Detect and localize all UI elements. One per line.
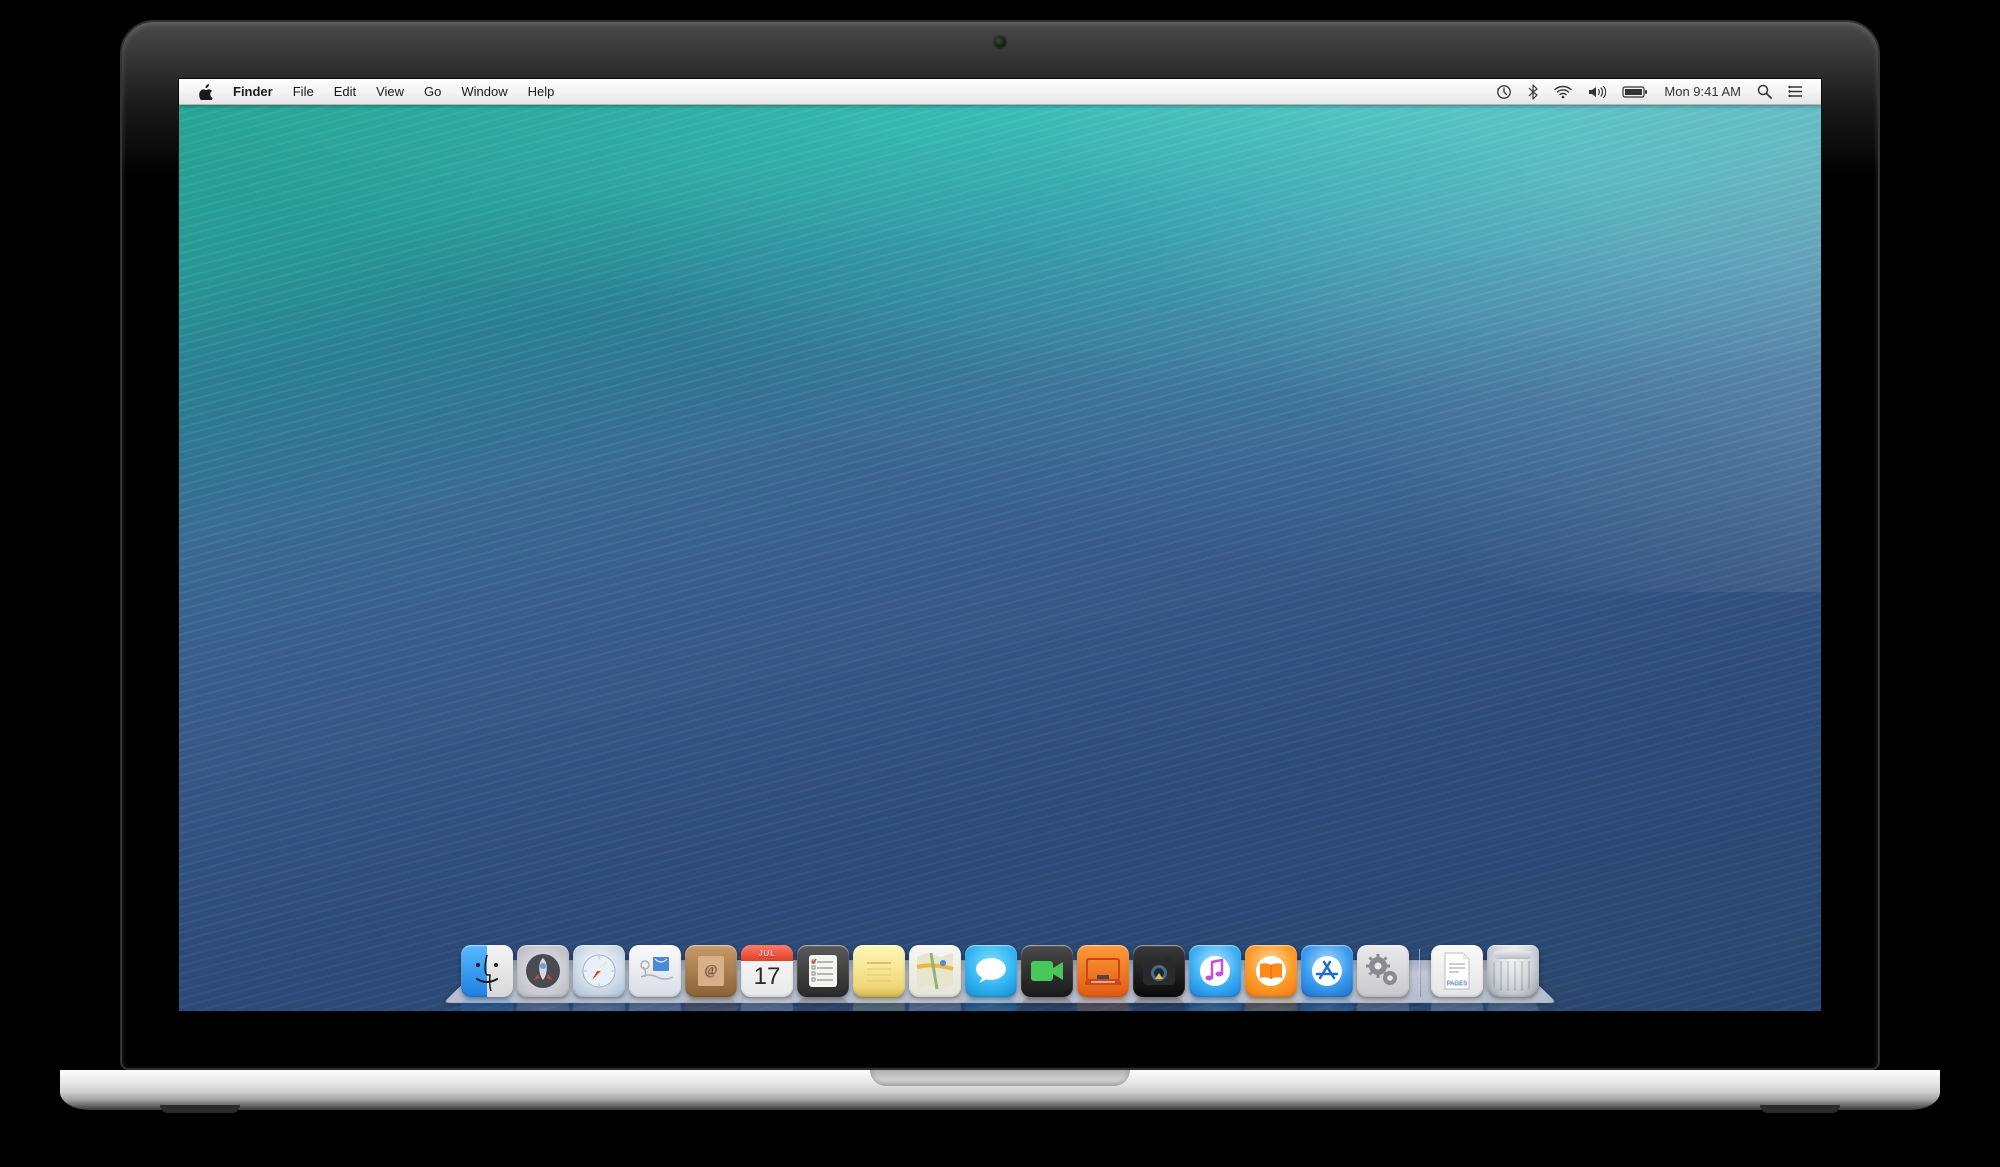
dock-app-notes[interactable]: [853, 945, 905, 997]
menu-file[interactable]: File: [283, 79, 324, 104]
display-lid: Finder File Edit View Go Window Help: [120, 20, 1880, 1070]
itunes-note-icon: [1198, 954, 1232, 988]
dock-app-reminders[interactable]: [797, 945, 849, 997]
laptop-base: [60, 1070, 1940, 1110]
iphoto-camera-icon: [1139, 953, 1179, 989]
time-machine-menu-extra[interactable]: [1488, 79, 1520, 104]
dock-item-trash[interactable]: [1487, 945, 1539, 997]
battery-icon: [1622, 86, 1648, 98]
calendar-month-label: JUL: [741, 945, 793, 961]
bluetooth-menu-extra[interactable]: [1520, 79, 1546, 104]
isight-camera: [994, 36, 1006, 48]
screen: Finder File Edit View Go Window Help: [178, 78, 1822, 1012]
spotlight-menu-extra[interactable]: [1749, 79, 1780, 104]
menu-go[interactable]: Go: [414, 79, 451, 104]
dock-app-photobooth[interactable]: [1077, 945, 1129, 997]
menu-help[interactable]: Help: [518, 79, 565, 104]
time-machine-icon: [1496, 84, 1512, 100]
calendar-day-label: 17: [741, 963, 793, 991]
dock-app-itunes[interactable]: [1189, 945, 1241, 997]
menubar-left: Finder File Edit View Go Window Help: [189, 79, 564, 104]
notification-center-menu-extra[interactable]: [1780, 79, 1811, 104]
appstore-icon: [1310, 954, 1344, 988]
dock-app-maps[interactable]: [909, 945, 961, 997]
messages-bubble-icon: [973, 955, 1009, 987]
photobooth-icon: [1083, 951, 1123, 991]
launchpad-rocket-icon: [524, 952, 562, 990]
dock-separator: [1419, 949, 1421, 997]
safari-compass-icon: [578, 950, 620, 992]
contacts-book-icon: @: [696, 954, 726, 988]
dock-app-appstore[interactable]: [1301, 945, 1353, 997]
dock-app-messages[interactable]: [965, 945, 1017, 997]
facetime-camera-icon: [1028, 956, 1066, 986]
dock-app-system-preferences[interactable]: [1357, 945, 1409, 997]
screen-glare: [918, 79, 1821, 592]
clock-menu-extra[interactable]: Mon 9:41 AM: [1656, 79, 1749, 104]
laptop-foot-right: [1760, 1105, 1840, 1113]
notification-center-icon: [1788, 85, 1803, 98]
wifi-icon: [1554, 85, 1572, 99]
volume-menu-extra[interactable]: [1580, 79, 1614, 104]
apple-logo-icon: [199, 84, 213, 100]
desktop[interactable]: Finder File Edit View Go Window Help: [179, 79, 1821, 1011]
gears-icon: [1363, 951, 1403, 991]
dock-app-calendar[interactable]: JUL 17: [741, 945, 793, 997]
laptop-foot-left: [160, 1105, 240, 1113]
macbook-pro-frame: Finder File Edit View Go Window Help: [60, 20, 1940, 1147]
menu-view[interactable]: View: [366, 79, 414, 104]
dock-app-launchpad[interactable]: [517, 945, 569, 997]
dock: @ JUL 17: [443, 939, 1557, 1003]
dock-app-safari[interactable]: [573, 945, 625, 997]
svg-text:@: @: [705, 963, 718, 978]
dock-app-finder[interactable]: [461, 945, 513, 997]
dock-app-iphoto[interactable]: [1133, 945, 1185, 997]
battery-menu-extra[interactable]: [1614, 79, 1656, 104]
maps-icon: [913, 949, 957, 993]
volume-icon: [1588, 85, 1606, 99]
menu-window[interactable]: Window: [451, 79, 517, 104]
bluetooth-icon: [1528, 84, 1538, 100]
search-icon: [1757, 84, 1772, 99]
reminders-list-icon: [805, 951, 841, 991]
wifi-menu-extra[interactable]: [1546, 79, 1580, 104]
notes-icon: [861, 953, 897, 989]
dock-shelf: @ JUL 17: [443, 939, 1557, 1003]
app-menu[interactable]: Finder: [223, 79, 283, 104]
dock-app-ibooks[interactable]: [1245, 945, 1297, 997]
finder-face-icon: [467, 951, 507, 991]
menu-edit[interactable]: Edit: [324, 79, 366, 104]
dock-app-contacts[interactable]: @: [685, 945, 737, 997]
mail-stamp-icon: [635, 951, 675, 991]
document-icon: PAGES: [1441, 951, 1473, 991]
dock-app-facetime[interactable]: [1021, 945, 1073, 997]
apple-menu[interactable]: [189, 79, 223, 104]
dock-app-mail[interactable]: [629, 945, 681, 997]
ibooks-icon: [1254, 954, 1288, 988]
dock-item-pages-document[interactable]: PAGES: [1431, 945, 1483, 997]
menubar-right: Mon 9:41 AM: [1488, 79, 1811, 104]
menubar: Finder File Edit View Go Window Help: [179, 79, 1821, 105]
svg-text:PAGES: PAGES: [1447, 981, 1467, 987]
laptop-hinge-notch: [870, 1070, 1130, 1086]
